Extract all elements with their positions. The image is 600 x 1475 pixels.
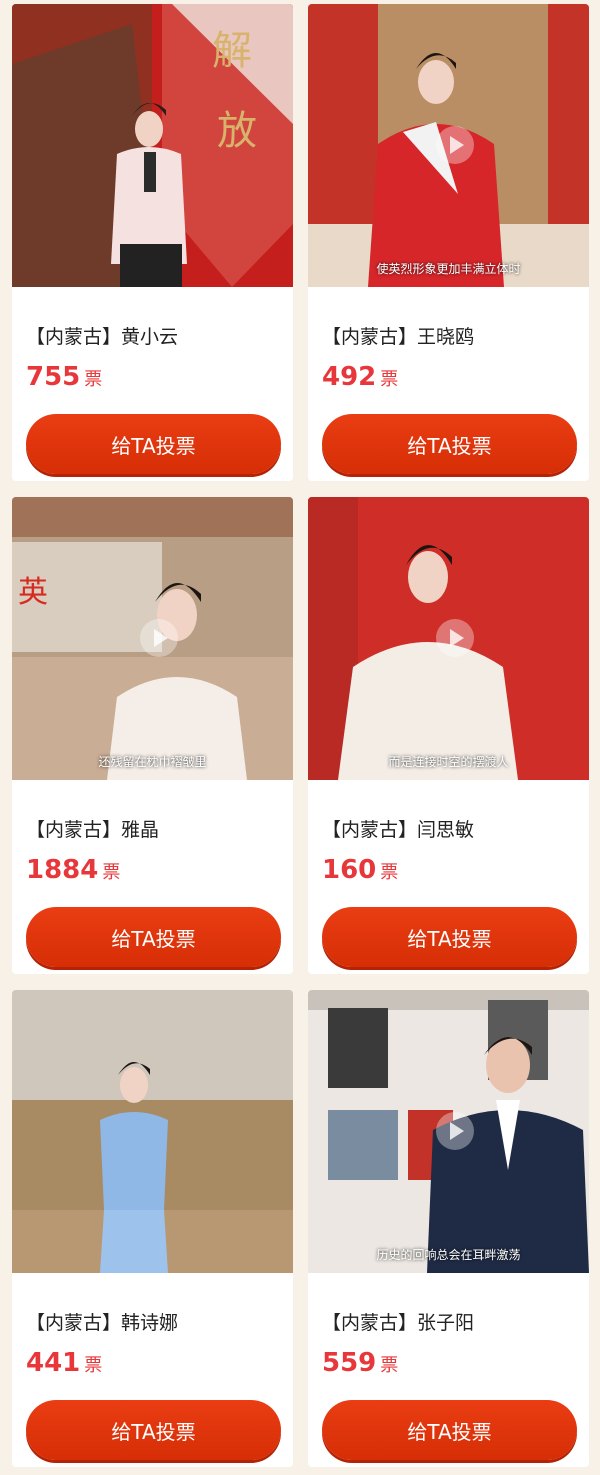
candidate-card: 【内蒙古】韩诗娜 441 票 给TA投票: [12, 990, 293, 1467]
video-caption: 使英烈形象更加丰满立体时: [376, 262, 521, 276]
candidate-video-thumbnail[interactable]: 解 放: [12, 4, 293, 287]
vote-count-number: 492: [322, 362, 377, 392]
candidate-video-thumbnail[interactable]: 使英烈形象更加丰满立体时: [308, 4, 589, 287]
vote-count-number: 160: [322, 855, 377, 885]
svg-text:放: 放: [217, 108, 257, 154]
vote-count: 492 票: [322, 362, 398, 392]
vote-unit: 票: [380, 1355, 399, 1376]
vote-count: 160 票: [322, 855, 398, 885]
play-icon[interactable]: [436, 1112, 474, 1150]
vote-unit: 票: [102, 862, 121, 883]
candidate-name: 【内蒙古】韩诗娜: [26, 1312, 179, 1334]
vote-unit: 票: [380, 862, 399, 883]
vote-count: 441 票: [26, 1348, 102, 1378]
vote-unit: 票: [84, 369, 103, 390]
candidate-name: 【内蒙古】张子阳: [322, 1312, 475, 1334]
vote-unit: 票: [84, 1355, 103, 1376]
vote-count: 755 票: [26, 362, 102, 392]
play-icon[interactable]: [436, 126, 474, 164]
svg-text:解: 解: [212, 28, 252, 74]
candidate-grid: 解 放 【内蒙古】黄小云 755 票 给TA投票 使英烈形象更加丰满立体时 【内…: [0, 0, 600, 1475]
vote-button[interactable]: 给TA投票: [26, 1400, 281, 1460]
vote-count: 1884 票: [26, 855, 120, 885]
candidate-card: 而是连接时空的摆渡人 【内蒙古】闫思敏 160 票 给TA投票: [308, 497, 589, 974]
video-caption: 历史的回响总会在耳畔激荡: [376, 1248, 521, 1262]
vote-button[interactable]: 给TA投票: [322, 414, 577, 474]
play-icon[interactable]: [140, 619, 178, 657]
vote-count-number: 1884: [26, 855, 99, 885]
play-icon[interactable]: [436, 619, 474, 657]
vote-button[interactable]: 给TA投票: [26, 414, 281, 474]
candidate-name: 【内蒙古】闫思敏: [322, 819, 475, 841]
video-caption: 还残留在枕巾褶皱里: [98, 755, 207, 769]
candidate-video-thumbnail[interactable]: 历史的回响总会在耳畔激荡: [308, 990, 589, 1273]
vote-button[interactable]: 给TA投票: [322, 907, 577, 967]
vote-count-number: 559: [322, 1348, 377, 1378]
candidate-video-thumbnail[interactable]: 英 还残留在枕巾褶皱里: [12, 497, 293, 780]
candidate-name: 【内蒙古】雅晶: [26, 819, 160, 841]
candidate-card: 英 还残留在枕巾褶皱里 【内蒙古】雅晶 1884 票 给TA投票: [12, 497, 293, 974]
vote-count-number: 755: [26, 362, 81, 392]
vote-button[interactable]: 给TA投票: [322, 1400, 577, 1460]
vote-unit: 票: [380, 369, 399, 390]
candidate-video-thumbnail[interactable]: 而是连接时空的摆渡人: [308, 497, 589, 780]
candidate-name: 【内蒙古】黄小云: [26, 326, 179, 348]
svg-text:英: 英: [18, 575, 48, 610]
candidate-card: 历史的回响总会在耳畔激荡 【内蒙古】张子阳 559 票 给TA投票: [308, 990, 589, 1467]
candidate-card: 使英烈形象更加丰满立体时 【内蒙古】王晓鸥 492 票 给TA投票: [308, 4, 589, 481]
candidate-name: 【内蒙古】王晓鸥: [322, 326, 475, 348]
vote-count: 559 票: [322, 1348, 398, 1378]
candidate-card: 解 放 【内蒙古】黄小云 755 票 给TA投票: [12, 4, 293, 481]
vote-count-number: 441: [26, 1348, 81, 1378]
vote-button[interactable]: 给TA投票: [26, 907, 281, 967]
candidate-video-thumbnail[interactable]: [12, 990, 293, 1273]
video-caption: 而是连接时空的摆渡人: [388, 755, 509, 769]
